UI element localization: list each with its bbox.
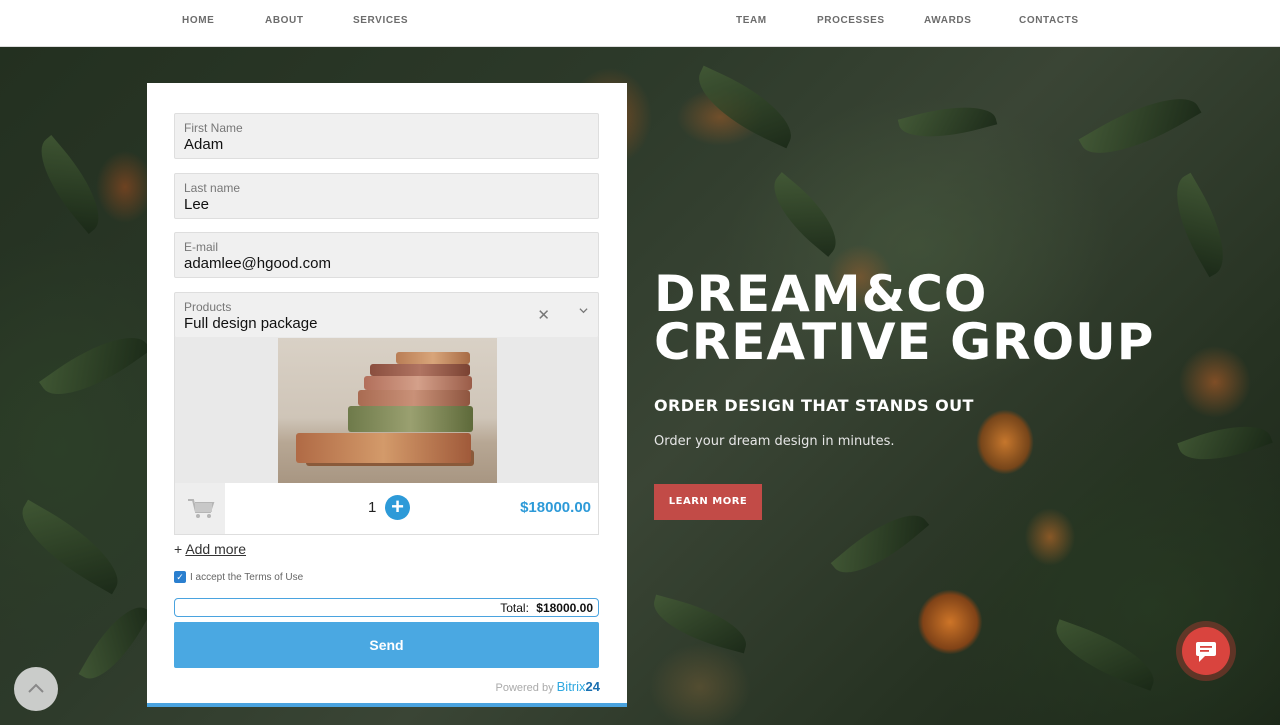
terms-label: I accept the Terms of Use xyxy=(190,571,304,583)
add-more-link[interactable]: + Add more xyxy=(174,541,246,557)
products-value[interactable]: Full design package xyxy=(184,315,317,332)
quantity-value: 1 xyxy=(368,499,377,516)
total-box: Total: $18000.00 xyxy=(174,598,599,617)
nav-awards[interactable]: AWARDS xyxy=(924,15,972,26)
email-label: E-mail xyxy=(184,240,219,254)
clear-selection-icon[interactable]: ✕ xyxy=(537,306,550,324)
powered-by[interactable]: Powered by Bitrix24 xyxy=(495,679,600,694)
products-select[interactable]: Products Full design package ✕ xyxy=(174,292,599,338)
nav-processes[interactable]: PROCESSES xyxy=(817,15,885,26)
chat-bubble-icon xyxy=(1196,642,1216,662)
email-field[interactable]: E-mail adamlee@hgood.com xyxy=(174,232,599,278)
powered-by-label: Powered by xyxy=(495,682,554,694)
last-name-field[interactable]: Last name Lee xyxy=(174,173,599,219)
chevron-down-icon[interactable] xyxy=(579,306,588,315)
products-label: Products xyxy=(184,300,232,314)
chevron-up-icon xyxy=(28,683,44,693)
last-name-value[interactable]: Lee xyxy=(184,196,209,213)
nav-contacts[interactable]: CONTACTS xyxy=(1019,15,1079,26)
hero-title: DREAM&CO CREATIVE GROUP xyxy=(654,265,1155,371)
nav-home[interactable]: HOME xyxy=(182,15,214,26)
nav-about[interactable]: ABOUT xyxy=(265,15,304,26)
send-button[interactable]: Send xyxy=(174,622,599,668)
order-form: First Name Adam Last name Lee E-mail ada… xyxy=(147,83,627,707)
chat-button[interactable] xyxy=(1176,621,1236,681)
first-name-field[interactable]: First Name Adam xyxy=(174,113,599,159)
product-image xyxy=(278,338,497,483)
last-name-label: Last name xyxy=(184,181,241,195)
shopping-cart-icon xyxy=(175,483,225,534)
first-name-value[interactable]: Adam xyxy=(184,136,223,153)
terms-checkbox[interactable]: ✓ xyxy=(174,571,186,583)
plus-icon: + xyxy=(174,541,183,557)
hero-tagline: Order your dream design in minutes. xyxy=(654,434,895,449)
add-more-label: Add more xyxy=(185,541,247,557)
terms-row: ✓ I accept the Terms of Use xyxy=(174,571,303,583)
nav-team[interactable]: TEAM xyxy=(736,15,767,26)
increase-quantity-button[interactable]: + xyxy=(385,495,410,520)
cart-row: 1 + $18000.00 xyxy=(175,483,598,534)
top-navbar: HOME ABOUT SERVICES TEAM PROCESSES AWARD… xyxy=(0,0,1280,47)
learn-more-button[interactable]: LEARN MORE xyxy=(654,484,762,520)
total-value: $18000.00 xyxy=(536,601,593,615)
scroll-to-top-button[interactable] xyxy=(14,667,58,711)
product-price: $18000.00 xyxy=(520,499,591,516)
bitrix24-logo: Bitrix24 xyxy=(556,679,600,694)
nav-services[interactable]: SERVICES xyxy=(353,15,408,26)
email-value[interactable]: adamlee@hgood.com xyxy=(184,255,331,272)
hero-subtitle: ORDER DESIGN THAT STANDS OUT xyxy=(654,396,974,415)
first-name-label: First Name xyxy=(184,121,243,135)
total-label: Total: xyxy=(500,601,529,615)
product-card: 1 + $18000.00 xyxy=(174,337,599,535)
